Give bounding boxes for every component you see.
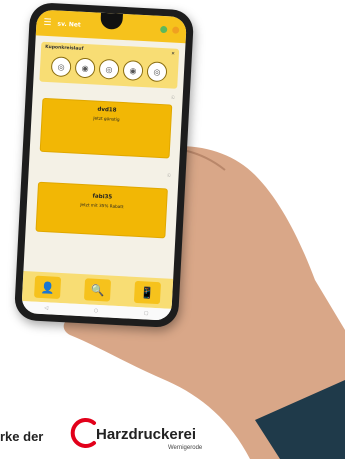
coupon-footer xyxy=(40,159,168,166)
brand-name: Harzdruckerei xyxy=(96,426,197,443)
profile-tab-icon[interactable]: 👤 xyxy=(34,275,62,299)
photo-scene: ☰ sv. Net Kuponkreislauf × ◎ ◉ ◎ ◉ ◎ ⓘ d… xyxy=(0,0,345,459)
item-meta: ⓘ xyxy=(37,166,171,179)
phone-tab-icon[interactable]: 📱 xyxy=(133,280,161,305)
home-icon[interactable]: ○ xyxy=(94,308,99,314)
recents-icon[interactable]: ▢ xyxy=(144,310,149,316)
section-title: Kuponkreislauf xyxy=(45,44,84,52)
category-icon-4[interactable]: ◉ xyxy=(122,59,144,82)
category-icon-3[interactable]: ◎ xyxy=(98,58,120,80)
coupon-card[interactable]: dvd18 Jetzt günstig xyxy=(39,97,173,159)
brand-logo: rke der Harzdruckerei Wernigerode xyxy=(0,417,345,453)
coupon-card[interactable]: fabi35 Jetzt mit 35% Rabatt xyxy=(35,181,168,239)
search-tab-icon[interactable]: 🔍 xyxy=(83,278,112,302)
info-icon[interactable]: ⓘ xyxy=(167,172,171,178)
menu-icon[interactable]: ☰ xyxy=(43,18,52,28)
phone-screen: ☰ sv. Net Kuponkreislauf × ◎ ◉ ◎ ◉ ◎ ⓘ d… xyxy=(21,9,187,321)
info-icon[interactable]: ⓘ xyxy=(171,95,175,101)
category-section: Kuponkreislauf × ◎ ◉ ◎ ◉ ◎ xyxy=(39,41,180,89)
category-icon-2[interactable]: ◉ xyxy=(74,57,96,79)
close-icon[interactable]: × xyxy=(171,51,175,56)
category-icon-5[interactable]: ◎ xyxy=(146,61,168,83)
brand-prefix: rke der xyxy=(0,429,44,444)
app-title: sv. Net xyxy=(57,19,81,29)
brand-subtitle: Wernigerode xyxy=(168,445,203,451)
notification-icon[interactable] xyxy=(172,25,180,34)
category-icon-1[interactable]: ◎ xyxy=(50,56,72,78)
status-icon[interactable] xyxy=(160,25,168,33)
smartphone: ☰ sv. Net Kuponkreislauf × ◎ ◉ ◎ ◉ ◎ ⓘ d… xyxy=(13,2,195,329)
back-icon[interactable]: ◁ xyxy=(44,305,48,311)
